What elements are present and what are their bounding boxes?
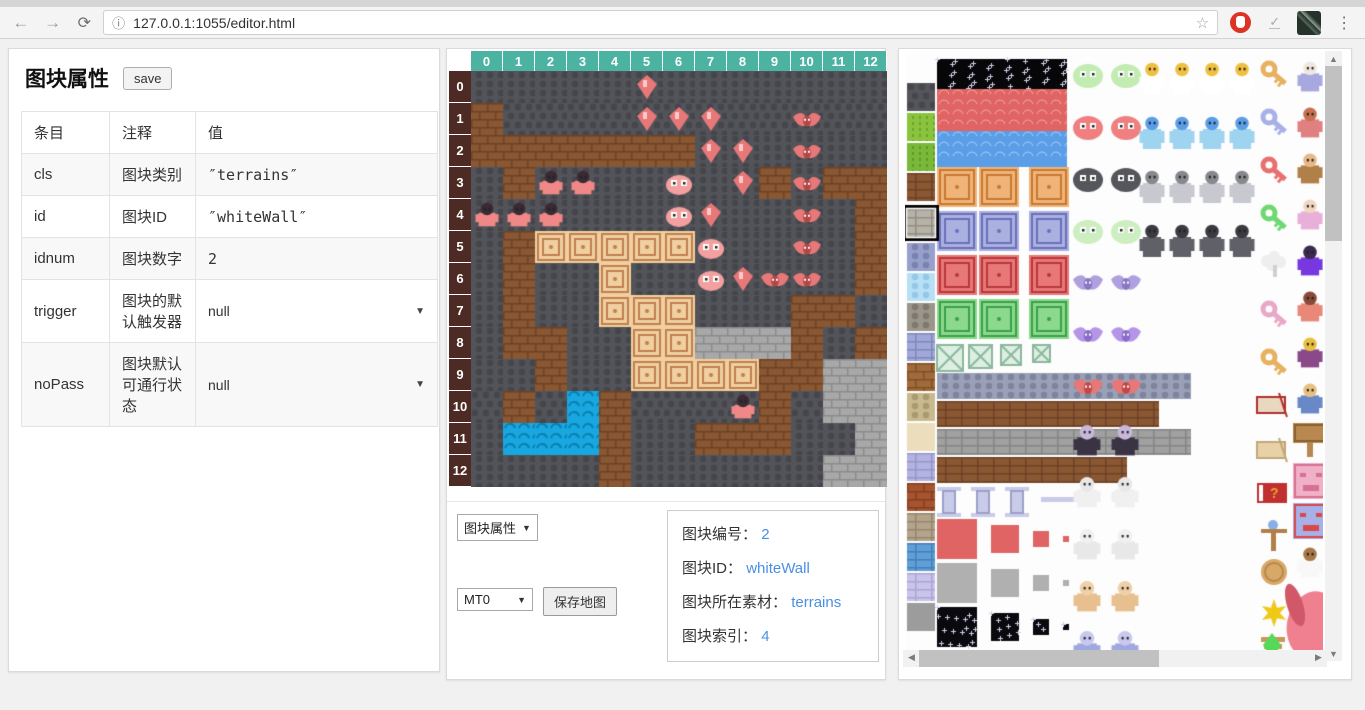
tileset-palette-panel: ▲ ▼ ◀ ▶ <box>898 48 1352 680</box>
vertical-scrollbar[interactable]: ▲ ▼ <box>1325 51 1342 661</box>
prop-comment: 图块默认可通行状态 <box>110 343 196 427</box>
chevron-down-icon: ▼ <box>415 306 425 317</box>
map-canvas[interactable] <box>471 71 887 487</box>
map-col-header: 0 <box>471 51 503 71</box>
prop-comment: 图块的默认触发器 <box>110 280 196 343</box>
map-col-header: 1 <box>503 51 535 71</box>
profile-avatar[interactable] <box>1297 10 1323 36</box>
nopass-select[interactable]: null ▼ <box>208 377 425 393</box>
table-row-cls: cls 图块类别 ″terrains″ <box>22 154 438 196</box>
map-row-header: 12 <box>449 455 471 487</box>
prop-value-input[interactable]: ″whiteWall″ <box>196 196 438 238</box>
panel-title: 图块属性 <box>25 63 109 93</box>
address-bar[interactable]: ⓘ 127.0.0.1:1055/editor.html ☆ <box>103 10 1218 35</box>
prop-value-input[interactable]: ″terrains″ <box>196 154 438 196</box>
forward-icon[interactable]: → <box>40 10 66 36</box>
map-row-header: 5 <box>449 231 471 263</box>
chevron-down-icon: ▼ <box>415 379 425 390</box>
map-row-header: 6 <box>449 263 471 295</box>
url-text[interactable]: 127.0.0.1:1055/editor.html <box>133 15 1196 31</box>
horizontal-scrollbar[interactable]: ◀ ▶ <box>903 650 1327 667</box>
extension-check-icon[interactable]: ✓ <box>1262 10 1288 36</box>
properties-table: 条目 注释 值 cls 图块类别 ″terrains″ id 图块ID ″whi… <box>21 111 438 427</box>
prop-comment: 图块数字 <box>110 238 196 280</box>
bookmark-star-icon[interactable]: ☆ <box>1196 14 1209 32</box>
map-col-header: 11 <box>823 51 855 71</box>
table-header-row: 条目 注释 值 <box>22 112 438 154</box>
map-row-headers: 0123456789101112 <box>449 71 471 487</box>
table-row-nopass: noPass 图块默认可通行状态 null ▼ <box>22 343 438 427</box>
tile-number-row: 图块编号： 2 <box>682 523 864 544</box>
tile-id-value: whiteWall <box>746 560 810 577</box>
map-col-header: 2 <box>535 51 567 71</box>
map-col-header: 9 <box>759 51 791 71</box>
scroll-down-icon[interactable]: ▼ <box>1325 646 1342 661</box>
map-row-header: 2 <box>449 135 471 167</box>
col-header-key: 条目 <box>22 112 110 154</box>
scroll-right-icon[interactable]: ▶ <box>1310 650 1327 665</box>
map-row-header: 0 <box>449 71 471 103</box>
map-row-header: 1 <box>449 103 471 135</box>
map-col-header: 5 <box>631 51 663 71</box>
tile-index-row: 图块索引： 4 <box>682 625 864 646</box>
adblock-extension-icon[interactable] <box>1227 10 1253 36</box>
table-row-id: id 图块ID ″whiteWall″ <box>22 196 438 238</box>
map-row-header: 10 <box>449 391 471 423</box>
trigger-select[interactable]: null ▼ <box>208 303 425 319</box>
info-icon[interactable]: ⓘ <box>112 13 125 32</box>
scroll-left-icon[interactable]: ◀ <box>903 650 920 665</box>
prop-value-input[interactable]: 2 <box>196 238 438 280</box>
prop-key: idnum <box>22 238 110 280</box>
prop-key: noPass <box>22 343 110 427</box>
tile-id-row: 图块ID： whiteWall <box>682 557 864 578</box>
tile-properties-panel: 图块属性 save 条目 注释 值 cls 图块类别 ″terrains″ id… <box>8 48 440 672</box>
prop-key: id <box>22 196 110 238</box>
reload-icon[interactable]: ⟳ <box>71 10 97 36</box>
map-row-header: 3 <box>449 167 471 199</box>
back-icon[interactable]: ← <box>8 10 34 36</box>
prop-key: trigger <box>22 280 110 343</box>
chevron-down-icon: ▼ <box>522 523 531 533</box>
map-row-header: 8 <box>449 327 471 359</box>
map-column-headers: 0123456789101112 <box>471 51 887 71</box>
tile-number-value: 2 <box>761 526 769 543</box>
prop-comment: 图块类别 <box>110 154 196 196</box>
floor-select[interactable]: MT0 ▼ <box>457 588 533 611</box>
map-col-header: 8 <box>727 51 759 71</box>
map-col-header: 6 <box>663 51 695 71</box>
map-row-header: 7 <box>449 295 471 327</box>
table-row-trigger: trigger 图块的默认触发器 null ▼ <box>22 280 438 343</box>
prop-comment: 图块ID <box>110 196 196 238</box>
palette-canvas[interactable] <box>905 51 1323 651</box>
map-col-header: 7 <box>695 51 727 71</box>
map-row-header: 11 <box>449 423 471 455</box>
prop-key: cls <box>22 154 110 196</box>
map-col-header: 10 <box>791 51 823 71</box>
map-row-header: 4 <box>449 199 471 231</box>
map-row-header: 9 <box>449 359 471 391</box>
tab-strip <box>0 0 1365 7</box>
browser-chrome: ← → ⟳ ⓘ 127.0.0.1:1055/editor.html ☆ ✓ ⋮ <box>0 0 1365 39</box>
chevron-down-icon: ▼ <box>517 595 526 605</box>
table-row-idnum: idnum 图块数字 2 <box>22 238 438 280</box>
save-button[interactable]: save <box>123 67 172 90</box>
save-map-button[interactable]: 保存地图 <box>543 587 617 616</box>
tile-info-box: 图块编号： 2 图块ID： whiteWall 图块所在素材： terrains… <box>667 510 879 662</box>
map-col-header: 3 <box>567 51 599 71</box>
horizontal-scrollbar-thumb[interactable] <box>919 650 1159 667</box>
menu-dots-icon[interactable]: ⋮ <box>1331 10 1357 36</box>
mode-select[interactable]: 图块属性 ▼ <box>457 514 538 541</box>
col-header-comment: 注释 <box>110 112 196 154</box>
map-toolbar: 图块属性 ▼ MT0 ▼ 保存地图 图块编号： 2 图块ID： whiteWal… <box>447 501 885 679</box>
col-header-value: 值 <box>196 112 438 154</box>
map-col-header: 12 <box>855 51 887 71</box>
tile-index-value: 4 <box>761 628 769 645</box>
map-col-header: 4 <box>599 51 631 71</box>
tile-material-value: terrains <box>791 594 841 611</box>
scroll-up-icon[interactable]: ▲ <box>1325 51 1342 66</box>
tile-material-row: 图块所在素材： terrains <box>682 591 864 612</box>
vertical-scrollbar-thumb[interactable] <box>1325 66 1342 241</box>
browser-toolbar: ← → ⟳ ⓘ 127.0.0.1:1055/editor.html ☆ ✓ ⋮ <box>0 7 1365 39</box>
map-editor-panel: 0123456789101112 0123456789101112 图块属性 ▼… <box>446 48 886 680</box>
